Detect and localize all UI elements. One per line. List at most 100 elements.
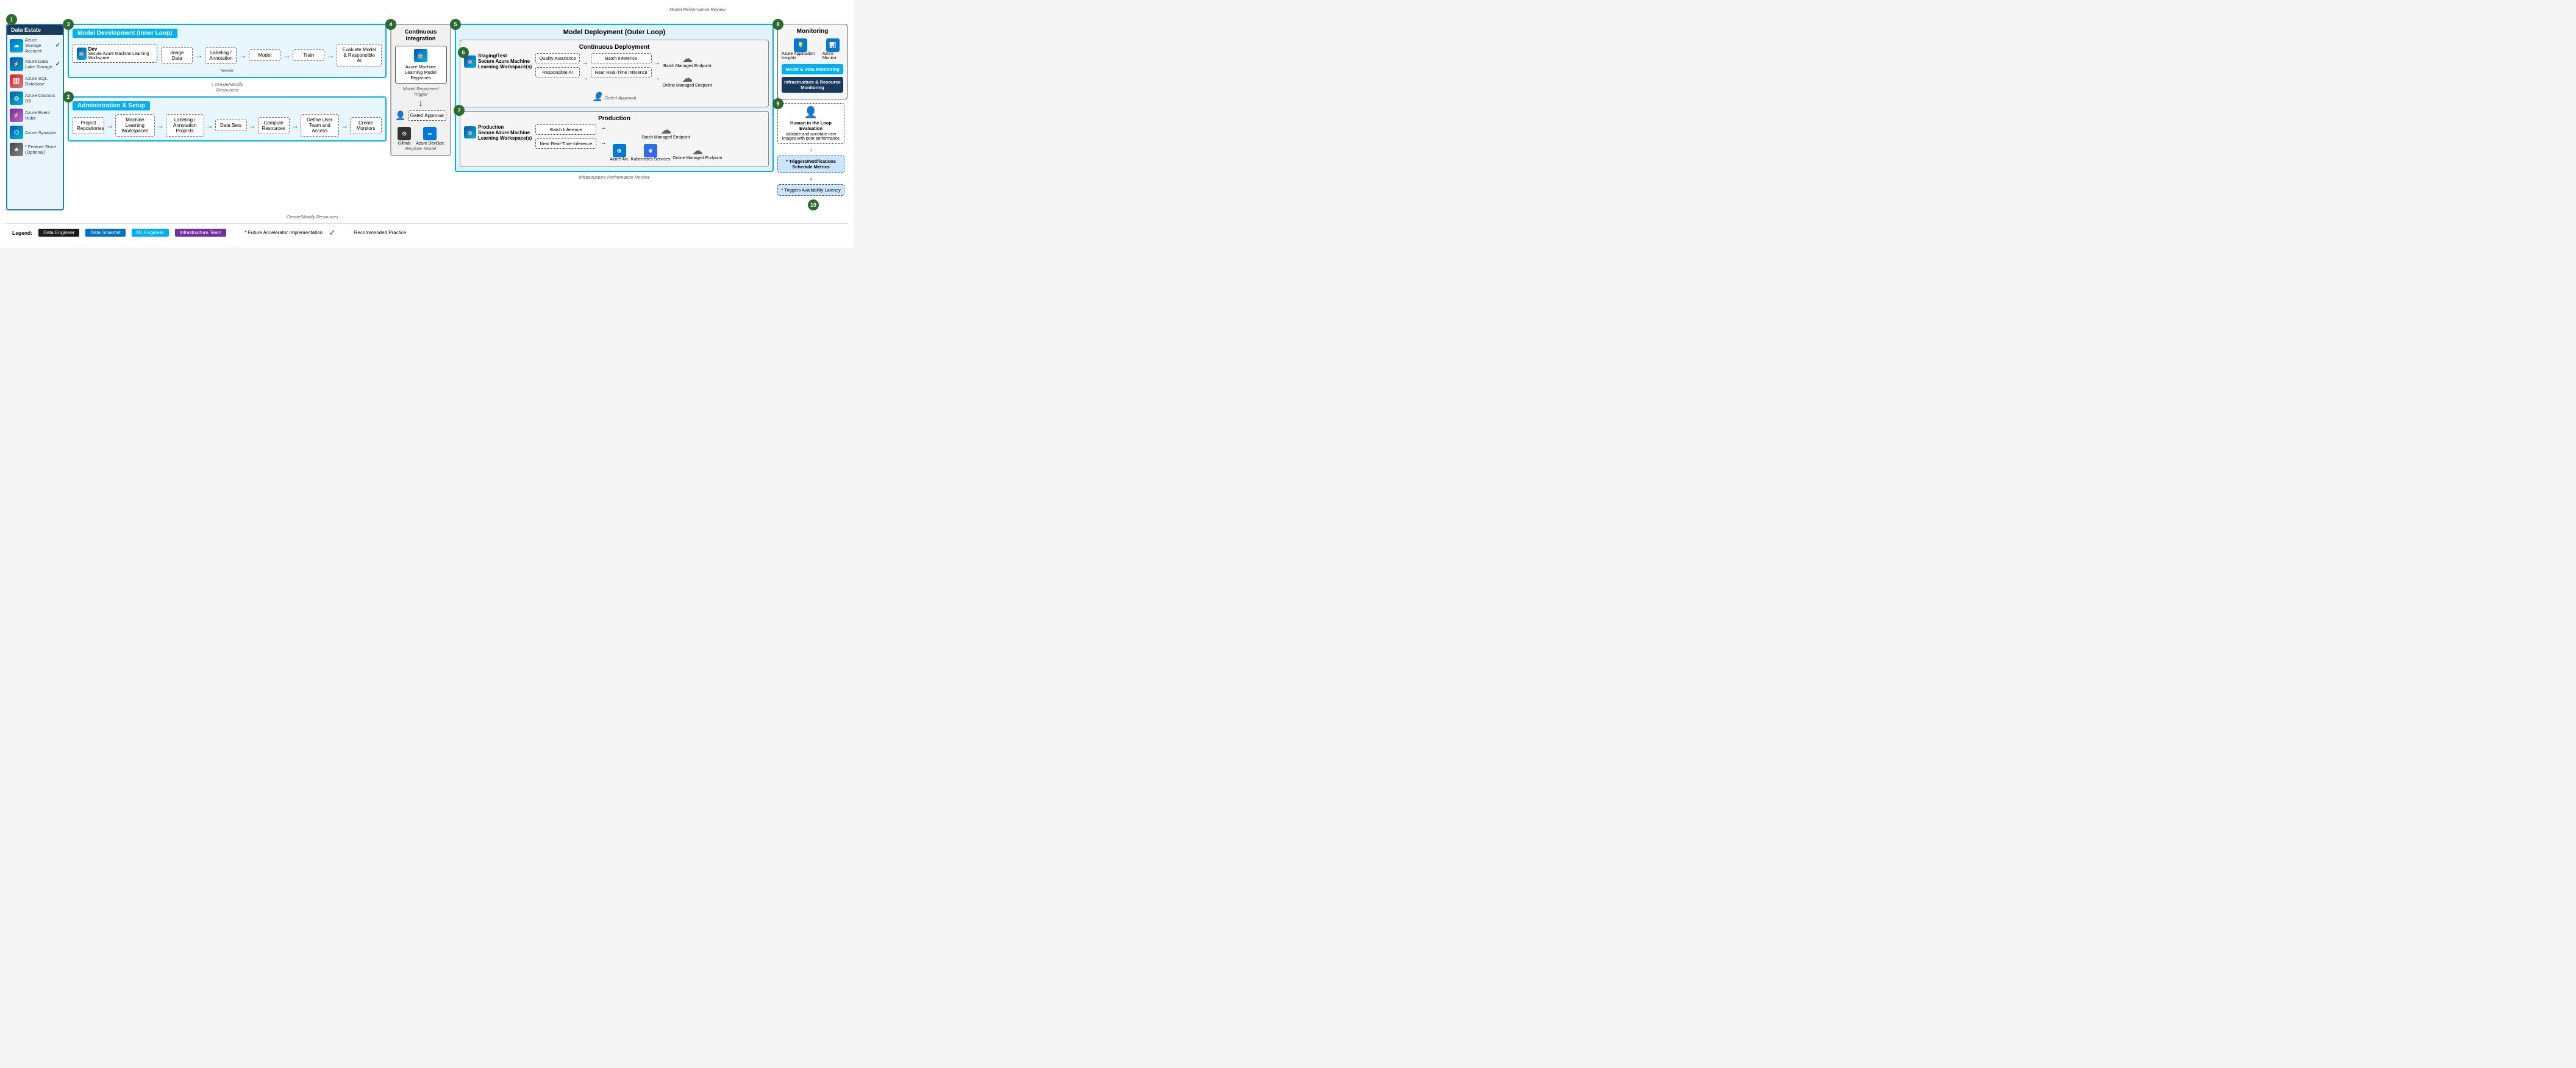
gated-label-staging: 👤 Gated Approval [464, 91, 765, 102]
recommended-check: ✓ [329, 228, 336, 238]
create-modify-label-2: Create/Modify Resources [287, 214, 338, 220]
synapse-label: Azure Synapse [25, 130, 56, 135]
badge-10: 10 [808, 199, 819, 210]
eventhub-icon: ⚡ [10, 109, 23, 122]
staging-endpoints-col: ☁ Batch Managed Endpoint ☁ Online Manage… [663, 53, 712, 89]
arc-icon: ⊕ [613, 144, 626, 157]
azure-monitor-icon: 📊 [826, 38, 840, 52]
triggers-notifications-label: * Triggers/Notifications Schedule Metric… [786, 159, 836, 170]
admin-arrow-6: → [341, 121, 348, 130]
prod-aml-icon: 🤖 [464, 126, 476, 138]
badge-7: 7 [454, 105, 465, 116]
cosmos-icon: ◎ [10, 91, 23, 105]
devops-tool: ∞ Azure DevOps [416, 127, 444, 146]
eventhub-label: Azure Event Hubs [25, 110, 60, 121]
dev-aml-icon: 🤖 [77, 48, 87, 60]
feature-label: * Feature Store (Optional) [25, 144, 60, 155]
prod-k8s-service: ⎈ Kubernetes Services [631, 144, 671, 162]
staging-batch-label: Batch Managed Endpoint [663, 64, 712, 69]
arc-label: Azure Arc [610, 157, 628, 162]
storage-icon: ☁ [10, 39, 23, 52]
prod-arrow-1: → [600, 124, 606, 131]
right-panels: 8 Monitoring 💡 Azure Application Insight… [777, 24, 847, 210]
iterate-label: Iterate [73, 68, 382, 73]
flow-train: Train [293, 49, 324, 61]
production-section: 7 Production 🤖 ProductionSecure Azure Ma… [460, 111, 769, 167]
feature-icon: ★ [10, 143, 23, 156]
admin-compute: Compute Resources [258, 117, 290, 134]
staging-arrows-col: → → [582, 53, 588, 89]
github-icon: ⊙ [398, 127, 411, 140]
badge-2: 2 [63, 91, 74, 102]
staging-title-label: Staging/TestSecure Azure MachineLearning… [478, 53, 532, 70]
prod-block: Production 🤖 ProductionSecure Azure Mach… [460, 111, 769, 167]
data-estate-title: Data Estate [7, 25, 63, 35]
prod-workspace-header: 🤖 ProductionSecure Azure MachineLearning… [464, 124, 532, 141]
badge-9: 9 [772, 98, 783, 109]
create-modify-row: Create/Modify Resources [6, 214, 847, 220]
prod-arrow-2: → [600, 140, 606, 146]
staging-arrows-col2: → → [654, 53, 660, 89]
admin-arrow-5: → [291, 121, 299, 130]
future-accelerator-note: * Future Accelerator Implementation [244, 230, 323, 235]
center-column: 3 Model Development (Inner Loop) 🤖 Dev S… [68, 24, 387, 210]
arrow-3: → [283, 51, 290, 60]
model-deploy-panel: Model Deployment (Outer Loop) Continuous… [455, 24, 774, 172]
legend-data-scientist: Data Scientist [85, 229, 125, 237]
prod-inference-col: Batch Inference Near Real-Time Inference [535, 124, 596, 149]
badge-8: 8 [772, 19, 783, 30]
dev-label: Dev [88, 46, 154, 52]
deploy-section: 5 Model Deployment (Outer Loop) Continuo… [455, 24, 774, 210]
person-icon-ci: 👤 [395, 110, 405, 121]
cloud-1: ☁ [682, 53, 693, 64]
admin-datasets: Data Sets [215, 120, 247, 131]
model-registered-trigger: Model Registered Trigger [395, 86, 446, 97]
prod-row: 🤖 ProductionSecure Azure MachineLearning… [464, 124, 765, 163]
cloud-2: ☁ [682, 73, 693, 84]
admin-setup-panel: Administration & Setup Project Repositor… [68, 96, 387, 142]
de-item-eventhub: ⚡ Azure Event Hubs [10, 109, 60, 122]
staging-batch-inference: Batch Inference [591, 53, 652, 63]
badge-6: 6 [458, 47, 469, 58]
down-arrow-9: ↓ [777, 146, 844, 153]
admin-arrow-3: → [206, 121, 213, 130]
prod-endpoints-col: ☁ Batch Managed Endpoint ⊕ Azure Arc [610, 124, 722, 163]
synapse-icon: ⬡ [10, 126, 23, 139]
triggers-availability-box: * Triggers Availability Latency [777, 184, 844, 196]
storage-label: Azure Storage Account [25, 37, 54, 54]
model-dev-flow: Image Data → Labeling / Annotation → Mod… [161, 44, 382, 66]
de-item-datalake: ⚡ Azure Data Lake Storage ✓ [10, 57, 60, 71]
monitor-tools-row: 💡 Azure Application Insights 📊 Azure Mon… [782, 38, 843, 60]
admin-arrow-2: → [157, 121, 164, 130]
flow-evaluate: Evaluate Model & Responsible AI [337, 44, 382, 66]
prod-batch-endpoint: ☁ Batch Managed Endpoint [610, 124, 722, 140]
datalake-label: Azure Data Lake Storage [25, 59, 54, 70]
model-perf-review-label: Model Performance Review [669, 7, 726, 12]
prod-services-row: ⊕ Azure Arc ⎈ Kubernetes Services ☁ [610, 144, 722, 162]
triggers-availability-label: * Triggers Availability Latency [781, 187, 840, 193]
gated-approval-box: Gated Approval [408, 110, 446, 121]
de-item-cosmos: ◎ Azure Cosmos DB [10, 91, 60, 105]
recommended-practice-note: Recommended Practice [354, 230, 406, 235]
ci-title: Continuous Integration [395, 29, 446, 42]
deploy-title: Model Deployment (Outer Loop) [460, 29, 769, 36]
de-item-feature: ★ * Feature Store (Optional) [10, 143, 60, 156]
staging-online-endpoint: ☁ Online Managed Endpoint [663, 73, 712, 88]
datalake-icon: ⚡ [10, 57, 23, 71]
cd-panel: Continuous Deployment 6 🤖 Staging/TestSe… [460, 40, 769, 107]
data-estate-panel: Data Estate ☁ Azure Storage Account ✓ ⚡ … [6, 24, 64, 210]
gated-approval-row: 👤 Gated Approval [395, 110, 446, 121]
admin-flow: Project Repositories → Machine Learning … [73, 114, 382, 137]
cd-title: Continuous Deployment [464, 44, 765, 51]
github-tool: ⊙ Github [398, 127, 411, 146]
section9-container: 9 👤 Human in the Loop Evaluation Validat… [777, 103, 847, 196]
flow-model: Model [249, 49, 280, 61]
sql-icon: 🗄 [10, 74, 23, 88]
legend: Legend: Data Engineer Data Scientist ML … [6, 223, 847, 242]
prod-batch-inference: Batch Inference [535, 124, 596, 135]
azure-monitor-tool: 📊 Azure Monitor [822, 38, 843, 60]
badge-4: 4 [385, 19, 396, 30]
triggers-notifications-box: * Triggers/Notifications Schedule Metric… [777, 156, 844, 173]
down-arrow-9b: ↓ [777, 175, 844, 182]
prod-arc-service: ⊕ Azure Arc [610, 144, 628, 162]
